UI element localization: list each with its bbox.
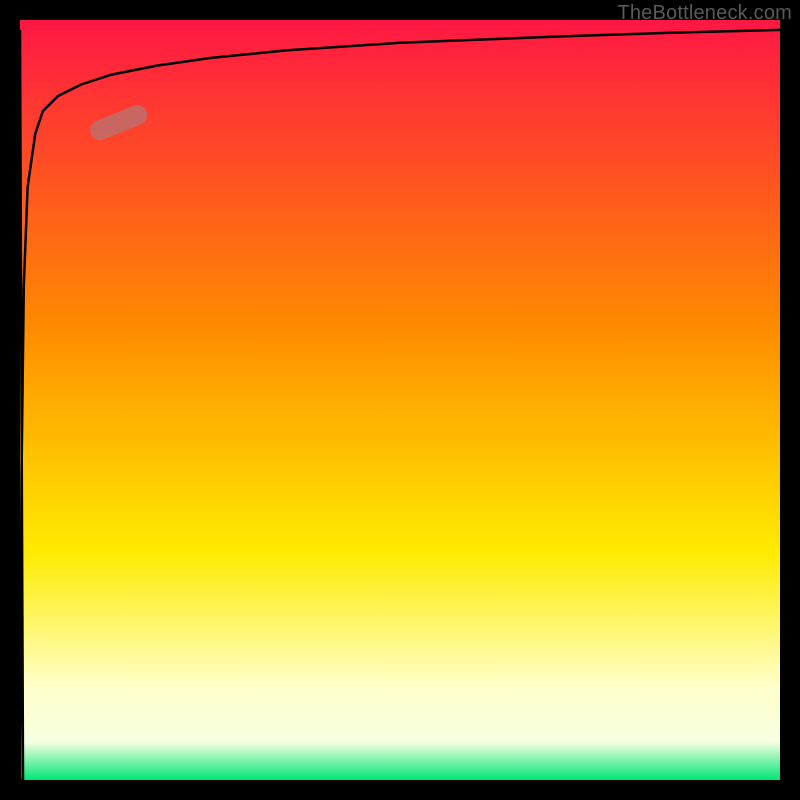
chart-background xyxy=(20,20,780,780)
chart-container: TheBottleneck.com xyxy=(0,0,800,800)
chart-plot xyxy=(20,20,780,780)
